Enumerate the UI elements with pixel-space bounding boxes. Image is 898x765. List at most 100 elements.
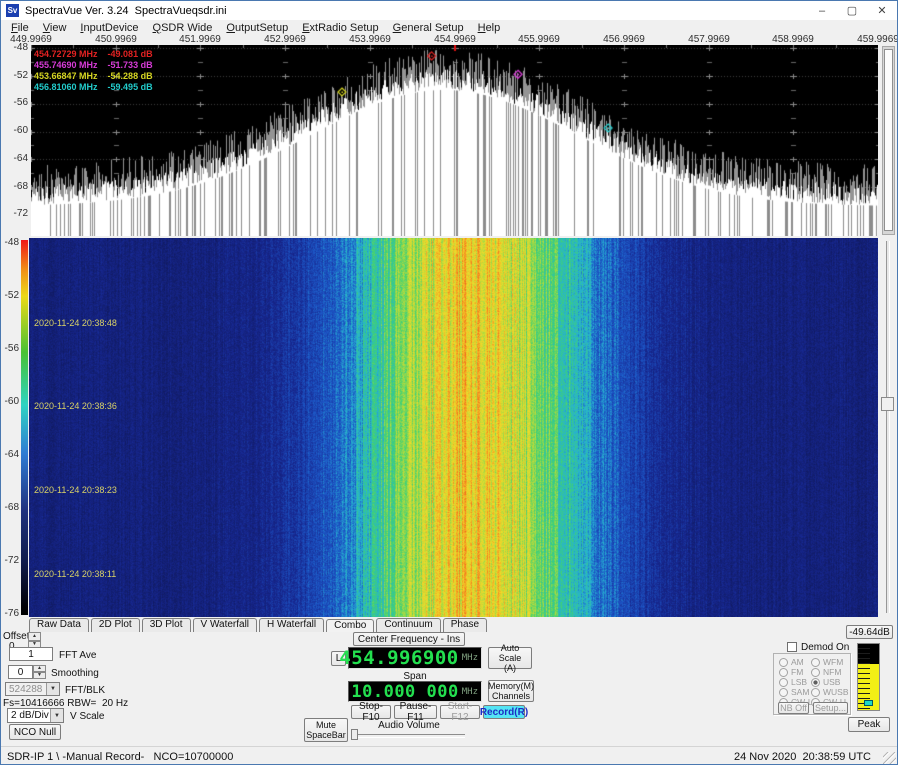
db-tick: -68 bbox=[2, 181, 28, 192]
record-button[interactable]: Record(R) bbox=[483, 705, 525, 719]
v-scale-select[interactable]: 2 dB/Div ▼ bbox=[7, 708, 64, 723]
tab-continuum[interactable]: Continuum bbox=[376, 618, 440, 632]
v-scale-label: V Scale bbox=[70, 711, 104, 722]
db-tick: -64 bbox=[2, 153, 28, 164]
span-display[interactable]: 10.000 000 MHz bbox=[348, 681, 482, 702]
marker-level: -51.733 dB bbox=[108, 60, 153, 71]
slider-thumb[interactable] bbox=[881, 397, 894, 411]
radio-fm[interactable]: FM bbox=[779, 667, 803, 677]
menu-help[interactable]: Help bbox=[471, 21, 508, 35]
signal-level-readout: -49.64dB bbox=[846, 625, 893, 639]
radio-usb[interactable]: USB bbox=[811, 677, 840, 687]
radio-icon bbox=[811, 688, 820, 697]
fft-blk-select[interactable]: 524288 ▼ bbox=[5, 682, 60, 696]
db-tick: -72 bbox=[1, 555, 19, 566]
smoothing-stepper[interactable]: ▲ ▼ bbox=[33, 665, 46, 679]
smoothing-input[interactable] bbox=[8, 665, 33, 679]
scrollbar-thumb[interactable] bbox=[884, 49, 893, 231]
tab-combo[interactable]: Combo bbox=[326, 619, 374, 632]
radio-wusb[interactable]: WUSB bbox=[811, 687, 849, 697]
freq-tick: 451.9969 bbox=[179, 35, 221, 45]
mute-button[interactable]: Mute SpaceBar bbox=[304, 718, 348, 742]
db-tick: -60 bbox=[1, 396, 19, 407]
spinner-up-icon[interactable]: ▲ bbox=[33, 665, 46, 672]
waterfall-contrast-slider[interactable] bbox=[878, 238, 898, 617]
memory-channels-button[interactable]: Memory(M) Channels bbox=[488, 680, 534, 702]
tab-3d-plot[interactable]: 3D Plot bbox=[142, 618, 191, 632]
radio-lsb[interactable]: LSB bbox=[779, 677, 807, 687]
dropdown-arrow-icon: ▼ bbox=[46, 683, 59, 695]
marker-level: -54.288 dB bbox=[108, 71, 153, 82]
nco-null-button[interactable]: NCO Null bbox=[9, 724, 61, 740]
radio-sam[interactable]: SAM bbox=[779, 687, 809, 697]
tab-phase[interactable]: Phase bbox=[443, 618, 487, 632]
menu-general-setup[interactable]: General Setup bbox=[386, 21, 471, 35]
v-scale-value: 2 dB/Div bbox=[8, 710, 50, 721]
maximize-icon[interactable]: ▢ bbox=[837, 1, 867, 20]
tab-2d-plot[interactable]: 2D Plot bbox=[91, 618, 140, 632]
fft-ave-input[interactable] bbox=[9, 647, 53, 661]
menu-input-device[interactable]: InputDevice bbox=[73, 21, 145, 35]
marker-freq: 453.66847 MHz bbox=[34, 71, 98, 82]
menu-output-setup[interactable]: OutputSetup bbox=[219, 21, 295, 35]
spectrum-scrollbar[interactable] bbox=[878, 45, 898, 236]
waterfall-display[interactable] bbox=[29, 238, 878, 617]
radio-icon bbox=[779, 668, 788, 677]
db-tick: -48 bbox=[1, 237, 19, 248]
db-tick: -56 bbox=[1, 343, 19, 354]
radio-icon bbox=[811, 678, 820, 687]
center-frequency-unit: MHz bbox=[462, 653, 478, 663]
audio-volume-slider[interactable] bbox=[353, 734, 465, 738]
marker-freq: 456.81060 MHz bbox=[34, 82, 98, 93]
mute-line1: Mute bbox=[316, 720, 336, 730]
center-frequency-button[interactable]: Center Frequency - Ins bbox=[353, 632, 465, 646]
app-icon: Sv bbox=[6, 4, 19, 17]
radio-am[interactable]: AM bbox=[779, 657, 804, 667]
view-tab-bar: Raw Data 2D Plot 3D Plot V Waterfall H W… bbox=[29, 618, 489, 632]
menu-extradio-setup[interactable]: ExtRadio Setup bbox=[295, 21, 385, 35]
freq-tick: 450.9969 bbox=[95, 35, 137, 45]
peak-button[interactable]: Peak bbox=[848, 717, 890, 732]
span-value: 10.000 000 bbox=[351, 682, 458, 702]
db-tick: -48 bbox=[2, 42, 28, 53]
spinner-up-icon[interactable]: ▲ bbox=[28, 632, 41, 641]
radio-icon bbox=[779, 688, 788, 697]
stop-button[interactable]: Stop-F10 bbox=[351, 705, 391, 719]
nb-off-button[interactable]: NB Off bbox=[778, 702, 809, 714]
freq-tick: 454.9969 bbox=[434, 35, 476, 45]
status-device-text: SDR-IP 1 \ -Manual Record- NCO=10700000 bbox=[7, 751, 233, 763]
demod-on-checkbox[interactable] bbox=[787, 642, 797, 652]
status-clock-text: 24 Nov 2020 20:38:59 UTC bbox=[734, 751, 871, 763]
memory-line2: Channels bbox=[492, 691, 530, 701]
resize-grip-icon[interactable] bbox=[883, 752, 896, 765]
minimize-icon[interactable]: – bbox=[807, 1, 837, 20]
pause-button[interactable]: Pause-F11 bbox=[394, 705, 437, 719]
marker-readout-line: 455.74690 MHz -51.733 dB bbox=[34, 60, 153, 71]
start-button[interactable]: Start-F12 bbox=[440, 705, 480, 719]
tab-raw-data[interactable]: Raw Data bbox=[29, 618, 89, 632]
audio-volume-thumb[interactable] bbox=[351, 729, 358, 740]
fft-blk-value: 524288 bbox=[6, 684, 46, 695]
frequency-axis: 449.9969 450.9969 451.9969 452.9969 453.… bbox=[1, 35, 897, 45]
auto-scale-button[interactable]: Auto Scale (A) bbox=[488, 647, 532, 669]
menu-qsdr-wide[interactable]: QSDR Wide bbox=[146, 21, 220, 35]
menu-file[interactable]: File bbox=[4, 21, 36, 35]
radio-nfm[interactable]: NFM bbox=[811, 667, 841, 677]
tab-h-waterfall[interactable]: H Waterfall bbox=[259, 618, 324, 632]
marker-readout: 454.72729 MHz -49.081 dB 455.74690 MHz -… bbox=[34, 49, 153, 93]
radio-icon bbox=[779, 658, 788, 667]
center-frequency-display[interactable]: 454.996900 MHz bbox=[348, 647, 482, 669]
spectrum-db-axis: -48 -52 -56 -60 -64 -68 -72 bbox=[1, 45, 31, 236]
signal-meter bbox=[857, 643, 880, 711]
radio-icon bbox=[779, 678, 788, 687]
radio-wfm[interactable]: WFM bbox=[811, 657, 843, 667]
app-window: Sv SpectraVue Ver. 3.24 SpectraVueqsdr.i… bbox=[0, 0, 898, 765]
close-icon[interactable]: ✕ bbox=[867, 1, 897, 20]
waterfall-color-scale bbox=[21, 240, 28, 615]
marker-readout-line: 456.81060 MHz -59.495 dB bbox=[34, 82, 153, 93]
spinner-down-icon[interactable]: ▼ bbox=[33, 672, 46, 679]
setup-button[interactable]: Setup... bbox=[813, 702, 848, 714]
menu-view[interactable]: View bbox=[36, 21, 74, 35]
spectrum-plot[interactable] bbox=[31, 45, 878, 236]
tab-v-waterfall[interactable]: V Waterfall bbox=[193, 618, 258, 632]
